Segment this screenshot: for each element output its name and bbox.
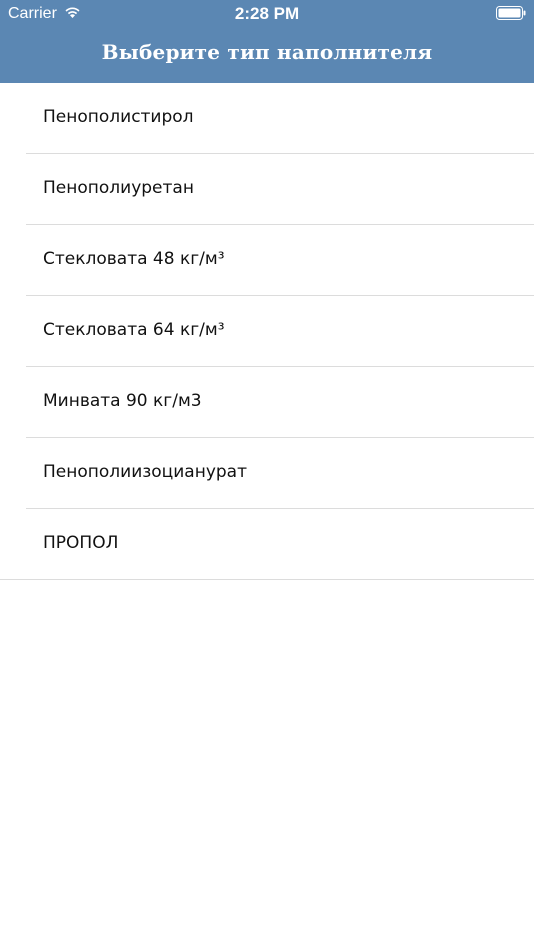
list-item-label: Пенополистирол	[43, 107, 194, 127]
list-item[interactable]: Пенополистирол	[0, 83, 534, 154]
list-item[interactable]: Минвата 90 кг/м3	[0, 367, 534, 438]
row-divider	[0, 579, 534, 580]
list-item[interactable]: Пенополиизоцианурат	[0, 438, 534, 509]
status-time: 2:28 PM	[234, 4, 300, 23]
page-title: Выберите тип наполнителя	[101, 40, 433, 64]
list-item[interactable]: ПРОПОЛ	[0, 509, 534, 580]
status-bar: Carrier 2:28 PM	[0, 0, 534, 28]
list-item-label: ПРОПОЛ	[43, 533, 119, 553]
battery-icon	[496, 6, 526, 20]
app-screen: Carrier 2:28 PM Выберите тип наполнителя…	[0, 0, 534, 950]
list-item[interactable]: Стекловата 64 кг/м³	[0, 296, 534, 367]
navigation-bar: Carrier 2:28 PM Выберите тип наполнителя	[0, 0, 534, 83]
filler-type-list: Пенополистирол Пенополиуретан Стекловата…	[0, 83, 534, 580]
list-item-label: Пенополиизоцианурат	[43, 462, 247, 482]
list-item-label: Пенополиуретан	[43, 178, 194, 198]
list-item-label: Стекловата 64 кг/м³	[43, 320, 225, 340]
list-item-label: Минвата 90 кг/м3	[43, 391, 202, 411]
list-item[interactable]: Пенополиуретан	[0, 154, 534, 225]
list-item[interactable]: Стекловата 48 кг/м³	[0, 225, 534, 296]
list-item-label: Стекловата 48 кг/м³	[43, 249, 225, 269]
